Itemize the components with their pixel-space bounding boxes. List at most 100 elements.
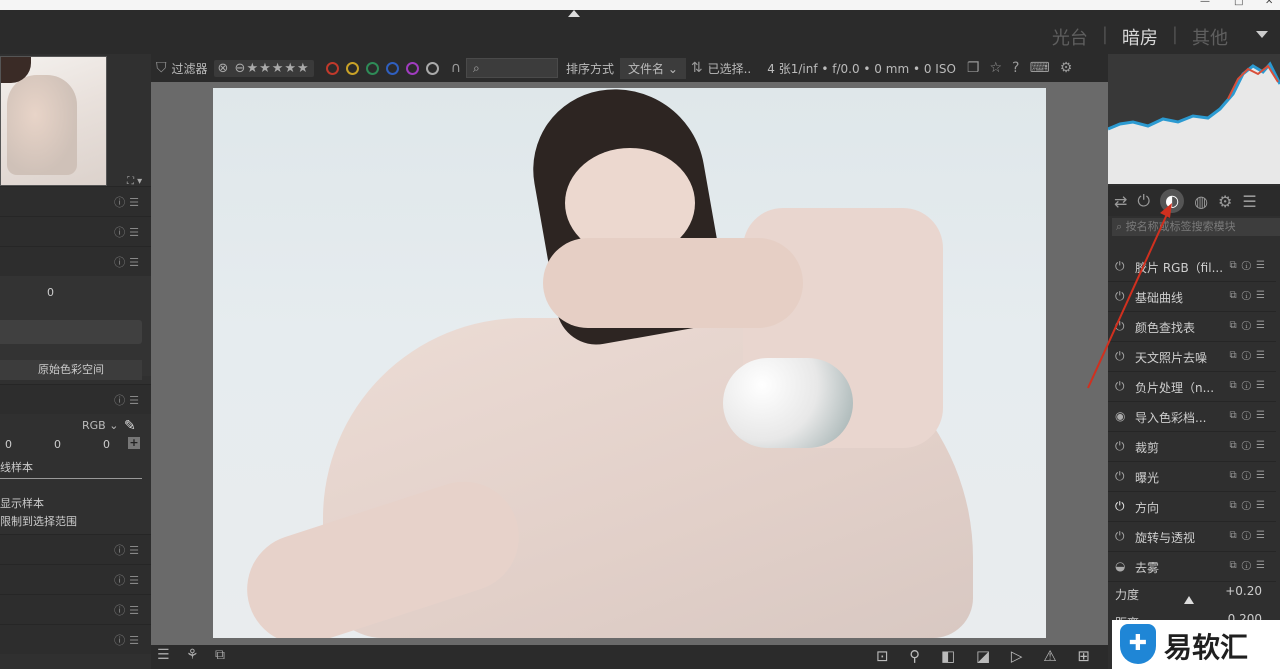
power-icon[interactable]: ⏻ xyxy=(1115,469,1125,484)
module-row[interactable]: ⏻ 天文照片去噪 ⧉ⓘ☰ xyxy=(1108,342,1276,372)
bottom-left-icons[interactable]: ☰ ⚘ ⧉ xyxy=(157,647,231,663)
collapse-top-panel-icon[interactable] xyxy=(568,10,580,17)
slider-value[interactable]: +0.20 xyxy=(1225,584,1262,598)
left-module-row[interactable]: ⓘ☰ xyxy=(0,624,151,654)
close-icon[interactable]: ✕ xyxy=(1265,0,1273,7)
maximize-icon[interactable]: □ xyxy=(1234,0,1243,7)
minimize-icon[interactable]: — xyxy=(1200,0,1210,7)
view-darkroom[interactable]: 暗房 xyxy=(1122,24,1158,50)
search-input[interactable]: ⌕ xyxy=(465,58,558,78)
power-icon[interactable]: ⏻ xyxy=(1115,319,1125,334)
left-module-row[interactable]: ⓘ☰ xyxy=(0,186,151,216)
module-icons[interactable]: ⓘ☰ xyxy=(114,194,143,210)
module-row[interactable]: ⏻ 负片处理（n... ⧉ⓘ☰ xyxy=(1108,372,1276,402)
module-icons[interactable]: ⓘ☰ xyxy=(114,632,143,648)
module-action-icons[interactable]: ⧉ⓘ☰ xyxy=(1230,380,1270,391)
left-module-row[interactable]: ⓘ☰ xyxy=(0,534,151,564)
channel-select[interactable]: RGB ⌄ xyxy=(82,419,118,432)
purple-label-icon[interactable] xyxy=(405,61,419,75)
module-action-icons[interactable]: ⧉ⓘ☰ xyxy=(1230,440,1270,451)
active-modules-icon[interactable]: ⏻ xyxy=(1137,191,1150,211)
module-action-icons[interactable]: ⧉ⓘ☰ xyxy=(1230,500,1270,511)
power-icon[interactable]: ⏻ xyxy=(1115,499,1125,514)
histogram[interactable] xyxy=(1108,54,1280,184)
left-module-row[interactable]: ⓘ☰ xyxy=(0,564,151,594)
effects-group-icon[interactable]: ⚙ xyxy=(1218,192,1232,211)
module-row[interactable]: ⏻ 胶片 RGB（fil... ⧉ⓘ☰ xyxy=(1108,252,1276,282)
slider-marker-icon[interactable] xyxy=(1184,596,1194,604)
module-search-input[interactable]: ⌕ 按名称或标签搜索模块 xyxy=(1112,218,1280,236)
add-sample-icon[interactable]: + xyxy=(128,437,140,449)
green-label-icon[interactable] xyxy=(365,61,379,75)
left-module-row[interactable]: ⓘ☰ xyxy=(0,594,151,624)
sort-order-icon[interactable]: ⇅ xyxy=(691,60,703,76)
power-icon[interactable]: ⏻ xyxy=(1115,349,1125,364)
base-group-icon[interactable]: ◐ xyxy=(1160,189,1185,213)
power-icon[interactable]: ⏻ xyxy=(1115,379,1125,394)
module-row[interactable]: ⏻ 旋转与透视 ⧉ⓘ☰ xyxy=(1108,522,1276,552)
yellow-label-icon[interactable] xyxy=(345,61,359,75)
module-row[interactable]: ◒ 去雾 ⧉ⓘ☰ xyxy=(1108,552,1276,582)
keyboard-icon[interactable]: ⌨ xyxy=(1029,60,1049,76)
module-row[interactable]: ◉ 导入色彩档... ⧉ⓘ☰ xyxy=(1108,402,1276,432)
bottom-right-icons[interactable]: ⊡ ⚲ ◧ ◪ ▷ ⚠ ⊞ xyxy=(876,647,1098,665)
eyedropper-icon[interactable]: ✎ xyxy=(124,418,136,434)
module-icons[interactable]: ⓘ☰ xyxy=(114,254,143,270)
star-icon[interactable]: ☆ xyxy=(989,60,1002,76)
module-icons[interactable]: ⓘ☰ xyxy=(114,224,143,240)
color-group-icon[interactable]: ◍ xyxy=(1194,192,1208,211)
module-row[interactable]: ⏻ 方向 ⧉ⓘ☰ xyxy=(1108,492,1276,522)
sort-select[interactable]: 文件名 ⌄ xyxy=(619,57,686,79)
module-action-icons[interactable]: ⧉ⓘ☰ xyxy=(1230,410,1270,421)
reject-icon[interactable]: ⊗ ⊖ xyxy=(218,61,247,76)
view-lighttable[interactable]: 光台 xyxy=(1052,24,1088,50)
filter-icon[interactable]: ⛉ xyxy=(156,60,167,76)
module-action-icons[interactable]: ⧉ⓘ☰ xyxy=(1230,560,1270,571)
gray-label-icon[interactable] xyxy=(425,61,439,75)
module-row[interactable]: ⏻ 裁剪 ⧉ⓘ☰ xyxy=(1108,432,1276,462)
blue-label-icon[interactable] xyxy=(385,61,399,75)
red-label-icon[interactable] xyxy=(325,61,339,75)
copy-icon[interactable]: ❐ xyxy=(967,60,980,76)
preset-icon[interactable]: ◒ xyxy=(1115,559,1125,573)
star-rating-filter[interactable]: ⊗ ⊖★★★★★ xyxy=(213,59,314,77)
power-icon[interactable]: ⏻ xyxy=(1115,529,1125,544)
module-action-icons[interactable]: ⧉ⓘ☰ xyxy=(1230,530,1270,541)
power-icon[interactable]: ⏻ xyxy=(1115,289,1125,304)
presets-menu-icon[interactable]: ☰ xyxy=(1242,192,1256,211)
strength-slider[interactable]: 力度 +0.20 xyxy=(1108,582,1276,610)
module-icons[interactable]: ⓘ☰ xyxy=(114,572,143,588)
module-row[interactable]: ⏻ 曝光 ⧉ⓘ☰ xyxy=(1108,462,1276,492)
module-icons[interactable]: ⓘ☰ xyxy=(114,602,143,618)
left-module-row[interactable]: ⓘ☰ xyxy=(0,216,151,246)
restrict-selection-option[interactable]: 限制到选择范围 xyxy=(0,513,77,529)
module-action-icons[interactable]: ⧉ⓘ☰ xyxy=(1230,470,1270,481)
settings-gear-icon[interactable]: ⚙ xyxy=(1060,60,1073,76)
module-row[interactable]: ⏻ 基础曲线 ⧉ⓘ☰ xyxy=(1108,282,1276,312)
module-icons[interactable]: ⓘ☰ xyxy=(114,392,143,408)
view-other[interactable]: 其他 xyxy=(1192,24,1228,50)
module-action-icons[interactable]: ⧉ⓘ☰ xyxy=(1230,320,1270,331)
sort-label: 排序方式 xyxy=(565,61,614,76)
left-module-row[interactable]: ⓘ☰ xyxy=(0,246,151,276)
stars-icon[interactable]: ★★★★★ xyxy=(246,61,309,76)
raw-colorspace-button[interactable]: 原始色彩空间 xyxy=(0,360,142,380)
power-icon[interactable]: ⏻ xyxy=(1115,439,1125,454)
quick-access-icon[interactable]: ⇄ xyxy=(1114,192,1127,211)
module-action-icons[interactable]: ⧉ⓘ☰ xyxy=(1230,260,1270,271)
and-operator-icon[interactable]: ∩ xyxy=(451,60,461,76)
show-samples-option[interactable]: 显示样本 xyxy=(0,495,44,511)
edited-photo[interactable] xyxy=(213,88,1046,638)
left-input-bar[interactable] xyxy=(0,320,142,344)
left-module-row[interactable]: ⓘ☰ xyxy=(0,384,151,414)
module-row[interactable]: ⏻ 颜色查找表 ⧉ⓘ☰ xyxy=(1108,312,1276,342)
image-canvas[interactable] xyxy=(151,82,1108,645)
module-icons[interactable]: ⓘ☰ xyxy=(114,542,143,558)
navigation-thumbnail[interactable] xyxy=(0,56,107,186)
help-icon[interactable]: ? xyxy=(1012,60,1019,76)
watermark-logo-icon: ✚ xyxy=(1120,624,1156,664)
power-icon[interactable]: ⏻ xyxy=(1115,259,1125,274)
view-dropdown-icon[interactable] xyxy=(1256,31,1268,38)
module-action-icons[interactable]: ⧉ⓘ☰ xyxy=(1230,290,1270,301)
module-action-icons[interactable]: ⧉ⓘ☰ xyxy=(1230,350,1270,361)
